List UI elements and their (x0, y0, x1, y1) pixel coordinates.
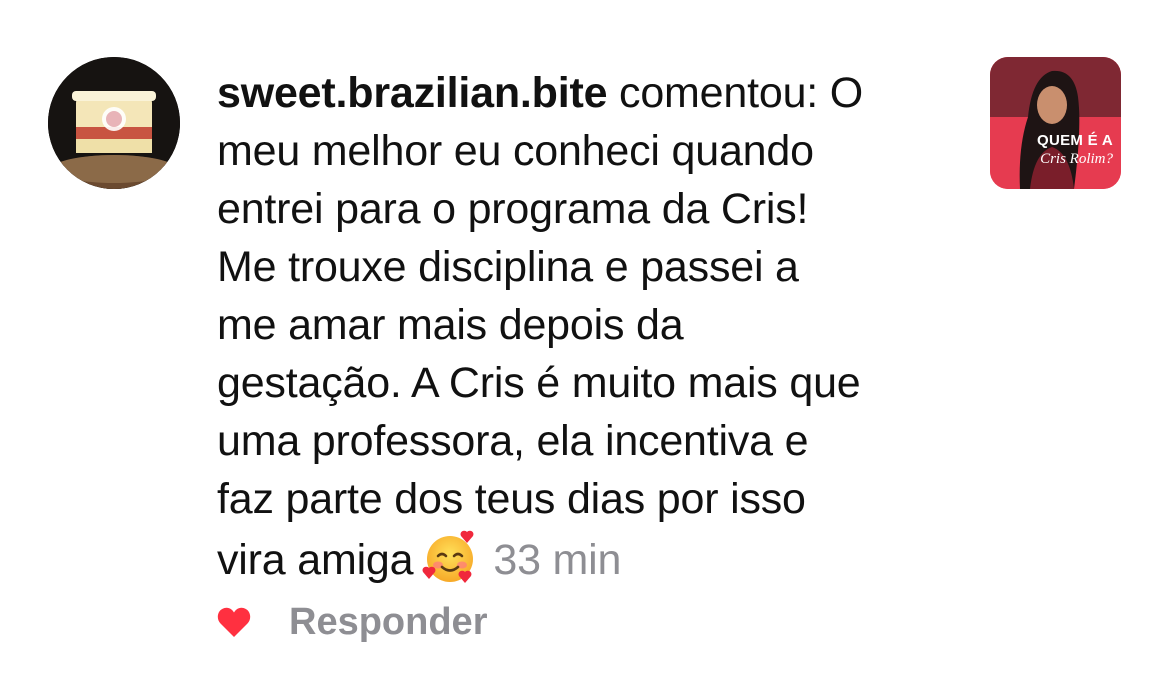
post-thumbnail[interactable]: QUEM É A Cris Rolim? (990, 57, 1121, 189)
thumbnail-subtitle: Cris Rolim? (1040, 151, 1113, 167)
comment-actions: Responder (217, 596, 487, 648)
dessert-jar-image (48, 57, 180, 189)
commenter-avatar[interactable] (48, 57, 180, 189)
woman-portrait-image (990, 57, 1121, 189)
comment-text: sweet.brazilian.bite comentou: O meu mel… (217, 64, 962, 589)
smiling-face-with-hearts-icon (422, 530, 474, 583)
comment-line: uma professora, ela incentiva e (217, 417, 809, 465)
comment-verb: comentou: O (607, 69, 864, 117)
comment-line: gestação. A Cris é muito mais que (217, 359, 861, 407)
comment-first-line: sweet.brazilian.bite comentou: O (217, 64, 962, 122)
comment-line: vira amiga (217, 536, 414, 584)
comment-timestamp: 33 min (493, 536, 622, 584)
comment-line: faz parte dos teus dias por isso (217, 475, 806, 523)
thumbnail-caption: QUEM É A Cris Rolim? (1037, 133, 1113, 167)
comment-line: Me trouxe disciplina e passei a (217, 243, 799, 291)
username-link[interactable]: sweet.brazilian.bite (217, 69, 607, 117)
comment-last-line: vira amiga 33 min (217, 528, 962, 589)
comment-line: entrei para o programa da Cris! (217, 185, 809, 233)
reply-button[interactable]: Responder (289, 601, 487, 644)
comment-line: meu melhor eu conheci quando (217, 127, 814, 175)
thumbnail-title: QUEM É A (1036, 132, 1113, 149)
comment-line: me amar mais depois da (217, 301, 684, 349)
heart-icon[interactable] (217, 606, 251, 638)
